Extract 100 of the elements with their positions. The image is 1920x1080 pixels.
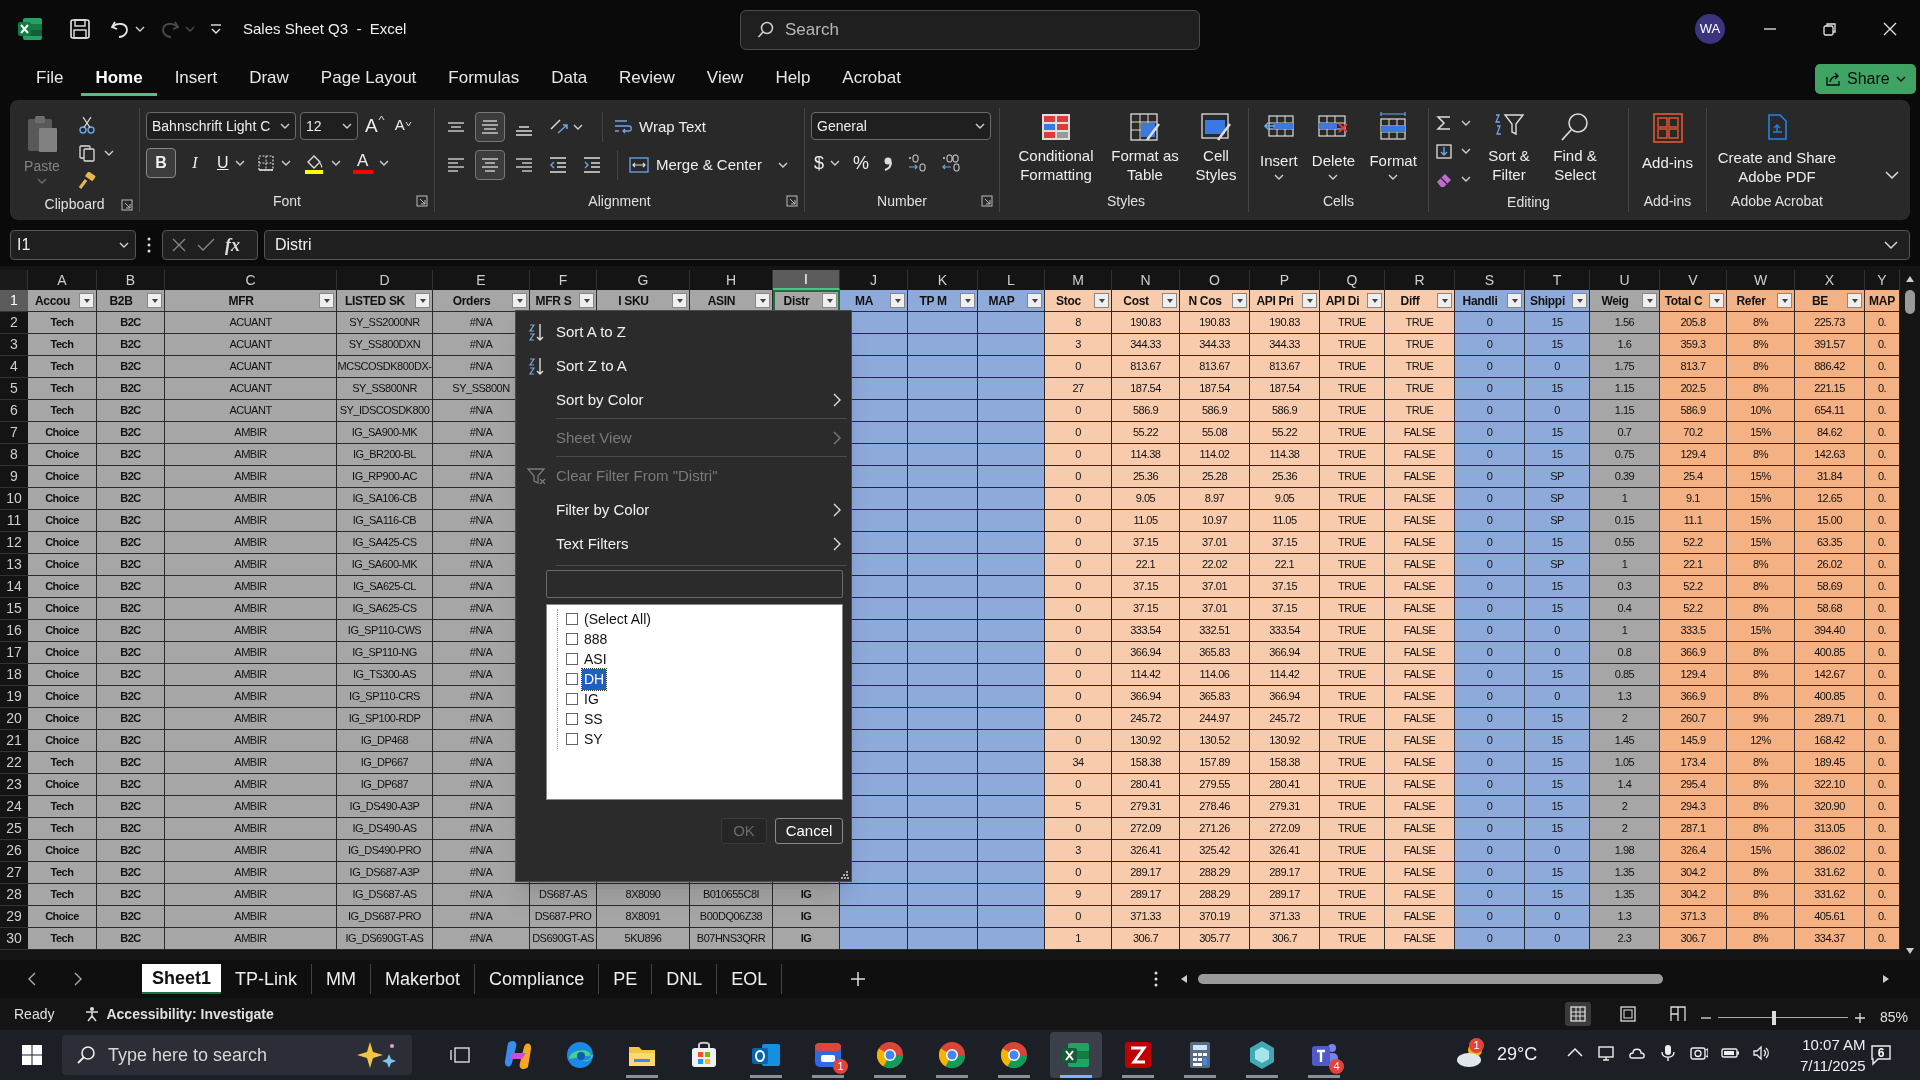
insert-button[interactable]: Insert [1260,108,1298,181]
paste-button[interactable]: Paste [16,108,68,185]
weather-widget[interactable]: 1 29°C [1455,1038,1538,1070]
zoom-in-button[interactable] [1854,1011,1866,1024]
filter-button[interactable] [1162,293,1177,308]
taskbar-search-field[interactable]: Type here to search [62,1035,412,1075]
delete-button[interactable]: Delete [1311,108,1356,181]
sort-filter-button[interactable]: Sort & Filter [1481,108,1537,184]
notification-button[interactable]: 6 [1868,1042,1894,1068]
value-option[interactable]: DH [582,668,607,690]
value-option[interactable]: SY [582,728,605,750]
save-button[interactable] [69,18,91,40]
font-color-button[interactable]: A [349,148,392,178]
horizontal-scrollbar[interactable] [1180,972,1890,986]
dialog-launcher-icon[interactable] [786,195,798,207]
filter-button[interactable] [960,293,975,308]
wrap-text-button[interactable]: Wrap Text [602,112,706,142]
taskbar-app-button[interactable]: 4 [1298,1032,1350,1078]
filter-button[interactable] [1507,293,1522,308]
grow-font-button[interactable]: A [362,112,388,140]
column-letter[interactable]: I [773,270,840,290]
zoom-slider[interactable] [1718,1010,1848,1025]
sheet-tab[interactable]: EOL [717,964,783,994]
filter-button[interactable] [890,293,905,308]
checkbox[interactable] [566,613,578,625]
filter-button[interactable] [1709,293,1724,308]
ribbon-tab[interactable]: Page Layout [306,62,431,96]
filter-button[interactable] [415,293,430,308]
ribbon-tab[interactable]: Data [537,62,602,96]
currency-button[interactable]: $ [811,148,843,178]
insert-function-button[interactable]: fx [225,231,240,259]
sheet-tab[interactable]: MM [312,964,372,994]
accessibility-button[interactable]: Accessibility: Investigate [84,1003,274,1025]
filter-button[interactable] [755,293,770,308]
name-box[interactable]: I1 [10,230,136,260]
dialog-launcher-icon[interactable] [981,195,993,207]
filter-button[interactable] [512,293,527,308]
filter-button[interactable] [822,293,837,308]
account-avatar[interactable]: WA [1695,14,1725,44]
speaker-icon[interactable] [1752,1044,1770,1062]
filter-button[interactable] [79,293,94,308]
middle-align-button[interactable] [475,112,505,142]
camera-icon[interactable] [1690,1044,1708,1062]
value-option[interactable]: ASI [582,648,609,670]
sheet-tab[interactable]: Sheet1 [142,964,222,994]
search-field[interactable] [546,570,843,598]
value-option[interactable]: (Select All) [582,608,653,630]
ribbon-tab[interactable]: Draw [235,62,303,96]
font-name-field[interactable]: Bahnschrift Light C [146,112,296,140]
row-number[interactable]: 1 [0,290,28,312]
italic-button[interactable]: I [182,148,208,178]
sheet-tab[interactable]: TP-Link [221,964,313,994]
filter-button[interactable] [147,293,162,308]
collapse-ribbon-button[interactable] [1884,170,1900,180]
add-sheet-button[interactable] [850,971,867,987]
percent-button[interactable]: % [849,148,874,178]
normal-view-button[interactable] [1565,1002,1591,1026]
filter-button[interactable] [1777,293,1792,308]
ribbon-tab[interactable]: Review [605,62,689,96]
cell-styles-button[interactable]: Cell Styles [1186,108,1246,184]
value-option[interactable]: 888 [582,628,610,650]
checkbox[interactable] [566,673,578,685]
ribbon-tab[interactable]: Help [761,62,825,96]
checkbox[interactable] [566,653,578,665]
filter-button[interactable] [1367,293,1382,308]
dialog-launcher-icon[interactable] [121,199,133,211]
number-format-field[interactable]: General [811,112,991,140]
filter-button[interactable] [1437,293,1452,308]
add-ins-button[interactable]: Add-ins [1635,108,1700,175]
formula-field[interactable]: Distri [264,230,1910,260]
value-option[interactable]: IG [582,688,601,710]
scrollbar-thumb[interactable] [1905,290,1915,314]
filter-button[interactable] [1642,293,1657,308]
dialog-launcher-icon[interactable] [416,195,428,207]
checkbox[interactable] [566,693,578,705]
filter-button[interactable] [1572,293,1587,308]
ribbon-tab[interactable]: Acrobat [828,62,915,96]
ribbon-tab[interactable]: Home [81,62,157,96]
sheet-tab[interactable]: Compliance [475,964,600,994]
find-select-button[interactable]: Find & Select [1547,108,1603,184]
filter-button[interactable] [579,293,594,308]
underline-button[interactable]: U [214,148,248,178]
bold-button[interactable]: B [146,148,176,178]
merge-center-button[interactable]: Merge & Center [617,150,788,180]
monitor-icon[interactable] [1597,1044,1615,1062]
filter-button[interactable] [1027,293,1042,308]
format-as-table-button[interactable]: Format as Table [1104,108,1186,184]
checkbox[interactable] [566,733,578,745]
resize-grip-icon[interactable] [841,871,849,879]
filter-button[interactable] [1232,293,1247,308]
sheet-tab[interactable]: PE [599,964,653,994]
ribbon-tab[interactable]: File [22,62,78,96]
checkbox[interactable] [566,713,578,725]
check-icon[interactable] [197,237,215,253]
search-field[interactable]: Search [740,10,1200,50]
cancel-icon[interactable] [171,237,187,253]
shrink-font-button[interactable]: A [391,112,415,140]
ribbon-tab[interactable]: Insert [160,62,232,96]
filter-button[interactable] [1847,293,1862,308]
ribbon-tab[interactable]: View [692,62,758,96]
